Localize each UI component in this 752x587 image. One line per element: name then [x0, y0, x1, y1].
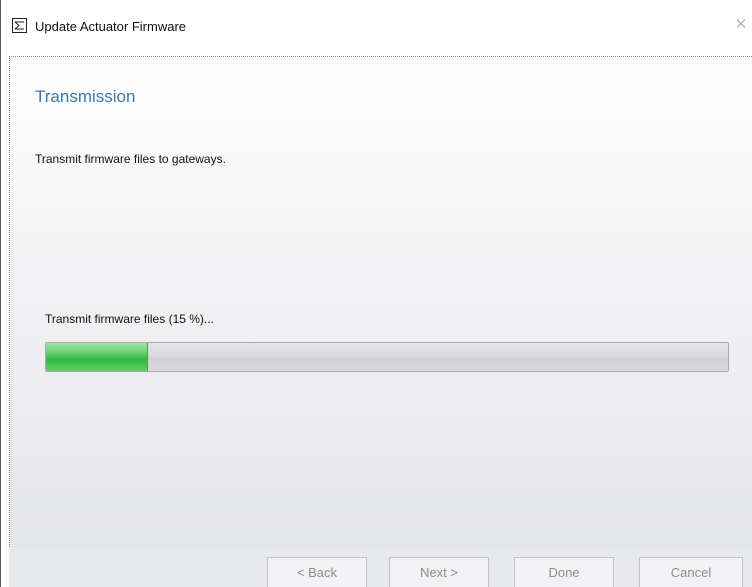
window-title: Update Actuator Firmware [35, 19, 187, 34]
next-button[interactable]: Next > [389, 557, 489, 587]
page-description: Transmit firmware files to gateways. [35, 152, 226, 166]
page-title: Transmission [35, 87, 136, 106]
cancel-button[interactable]: Cancel [639, 557, 743, 587]
title-bar: Update Actuator Firmware ✕ [1, 0, 752, 56]
button-bar: < Back Next > Done Cancel [9, 547, 752, 587]
progress-label: Transmit firmware files (15 %)... [45, 312, 214, 326]
progress-bar [45, 342, 729, 372]
close-icon[interactable]: ✕ [731, 14, 751, 34]
done-button[interactable]: Done [514, 557, 614, 587]
wizard-list-icon [12, 18, 27, 33]
progress-fill [46, 343, 149, 371]
wizard-window: Update Actuator Firmware ✕ Transmission … [0, 0, 752, 587]
wizard-page: Transmission Transmit firmware files to … [9, 57, 752, 547]
back-button[interactable]: < Back [267, 557, 367, 587]
